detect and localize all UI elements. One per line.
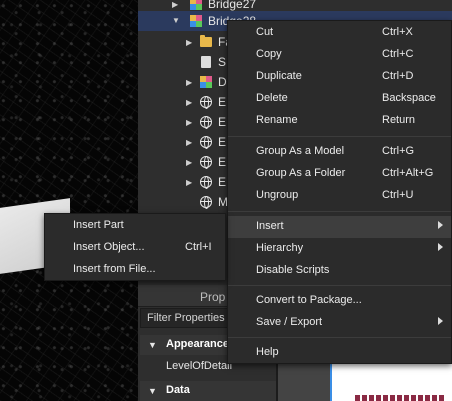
menu-item-label: Group As a Folder <box>256 167 346 179</box>
menu-item-label: Duplicate <box>256 70 302 82</box>
tree-item-label: Bridge27 <box>208 0 257 11</box>
menu-item-label: Group As a Model <box>256 145 345 157</box>
menu-item-hierarchy[interactable]: Hierarchy <box>228 238 451 260</box>
tree-item-label: E <box>218 155 227 169</box>
menu-item-group-as-folder[interactable]: Group As a Folder Ctrl+Alt+G <box>228 163 451 185</box>
property-label: LevelOfDetail <box>166 360 233 372</box>
section-data[interactable]: ▼ Data <box>140 381 278 401</box>
menu-item-label: Rename <box>256 114 298 126</box>
menu-separator <box>228 337 451 338</box>
expand-arrow-icon[interactable]: ▶ <box>186 158 192 167</box>
menu-item-shortcut: Return <box>382 114 416 126</box>
globe-icon <box>200 196 212 209</box>
menu-item-label: Save / Export <box>256 316 323 328</box>
menu-item-group-as-model[interactable]: Group As a Model Ctrl+G <box>228 141 451 163</box>
menu-item-cut[interactable]: Cut Ctrl+X <box>228 22 451 44</box>
section-label: Appearance <box>166 338 229 350</box>
expand-arrow-icon[interactable]: ▶ <box>186 178 192 187</box>
script-icon <box>201 56 211 68</box>
menu-item-label: Convert to Package... <box>256 294 362 306</box>
menu-item-delete[interactable]: Delete Backspace <box>228 88 451 110</box>
menu-item-label: Insert Object... <box>73 241 145 253</box>
menu-separator <box>228 285 451 286</box>
menu-item-insert[interactable]: Insert <box>228 216 451 238</box>
menu-item-insert-from-file[interactable]: Insert from File... <box>45 259 225 281</box>
tree-item-label: E <box>218 135 227 149</box>
menu-item-shortcut: Ctrl+G <box>382 145 415 157</box>
menu-item-label: Insert <box>256 220 284 232</box>
menu-item-duplicate[interactable]: Duplicate Ctrl+D <box>228 66 451 88</box>
menu-item-disable-scripts[interactable]: Disable Scripts <box>228 260 451 282</box>
collapse-arrow-icon[interactable]: ▼ <box>148 386 157 396</box>
globe-icon <box>200 176 212 189</box>
expand-arrow-icon[interactable]: ▶ <box>186 38 192 47</box>
menu-separator <box>228 136 451 137</box>
expand-arrow-icon[interactable]: ▶ <box>172 0 178 9</box>
menu-item-shortcut: Ctrl+Alt+G <box>382 167 434 179</box>
menu-item-label: Ungroup <box>256 189 299 201</box>
globe-icon <box>200 116 212 129</box>
menu-item-shortcut: Ctrl+I <box>185 241 212 253</box>
model-icon <box>190 15 202 27</box>
menu-item-shortcut: Ctrl+U <box>382 189 414 201</box>
menu-item-save-export[interactable]: Save / Export <box>228 312 451 334</box>
tree-item-label: E <box>218 175 227 189</box>
menu-item-shortcut: Ctrl+X <box>382 26 413 38</box>
menu-item-ungroup[interactable]: Ungroup Ctrl+U <box>228 185 451 207</box>
menu-item-label: Hierarchy <box>256 242 304 254</box>
tree-item-label: S <box>218 55 227 69</box>
submenu-arrow-icon <box>438 243 443 251</box>
menu-item-copy[interactable]: Copy Ctrl+C <box>228 44 451 66</box>
menu-item-help[interactable]: Help <box>228 342 451 364</box>
expand-arrow-icon[interactable]: ▶ <box>186 78 192 87</box>
menu-separator <box>228 211 451 212</box>
submenu-arrow-icon <box>438 317 443 325</box>
menu-item-label: Delete <box>256 92 288 104</box>
menu-item-insert-part[interactable]: Insert Part <box>45 215 225 237</box>
expand-arrow-icon[interactable]: ▶ <box>186 98 192 107</box>
menu-item-insert-object[interactable]: Insert Object... Ctrl+I <box>45 237 225 259</box>
tree-item-label: E <box>218 115 227 129</box>
folder-icon <box>200 35 212 47</box>
menu-item-label: Cut <box>256 26 274 38</box>
properties-title: Prop <box>200 290 226 304</box>
section-label: Data <box>166 384 190 396</box>
submenu-arrow-icon <box>438 221 443 229</box>
expand-arrow-icon[interactable]: ▶ <box>186 118 192 127</box>
insert-submenu: Insert Part Insert Object... Ctrl+I Inse… <box>44 213 226 281</box>
tree-item-label: D <box>218 75 227 89</box>
globe-icon <box>200 96 212 109</box>
filter-properties-placeholder: Filter Properties <box>147 312 225 324</box>
expand-arrow-icon[interactable]: ▶ <box>186 138 192 147</box>
menu-item-shortcut: Ctrl+C <box>382 48 414 60</box>
menu-item-label: Insert Part <box>73 219 124 231</box>
model-icon <box>200 76 212 88</box>
preview-pattern <box>355 395 445 401</box>
context-menu: Cut Ctrl+X Copy Ctrl+C Duplicate Ctrl+D … <box>227 20 452 364</box>
menu-item-shortcut: Ctrl+D <box>382 70 414 82</box>
menu-item-shortcut: Backspace <box>382 92 436 104</box>
viewport-3d[interactable] <box>0 0 138 401</box>
collapse-arrow-icon[interactable]: ▼ <box>172 16 180 25</box>
menu-item-convert-to-package[interactable]: Convert to Package... <box>228 290 451 312</box>
menu-item-label: Disable Scripts <box>256 264 330 276</box>
globe-icon <box>200 136 212 149</box>
menu-item-label: Copy <box>256 48 282 60</box>
menu-item-label: Insert from File... <box>73 263 156 275</box>
tree-item-label: E <box>218 95 227 109</box>
menu-item-rename[interactable]: Rename Return <box>228 110 451 132</box>
model-icon <box>190 0 202 10</box>
globe-icon <box>200 156 212 169</box>
menu-item-label: Help <box>256 346 279 358</box>
collapse-arrow-icon[interactable]: ▼ <box>148 340 157 350</box>
